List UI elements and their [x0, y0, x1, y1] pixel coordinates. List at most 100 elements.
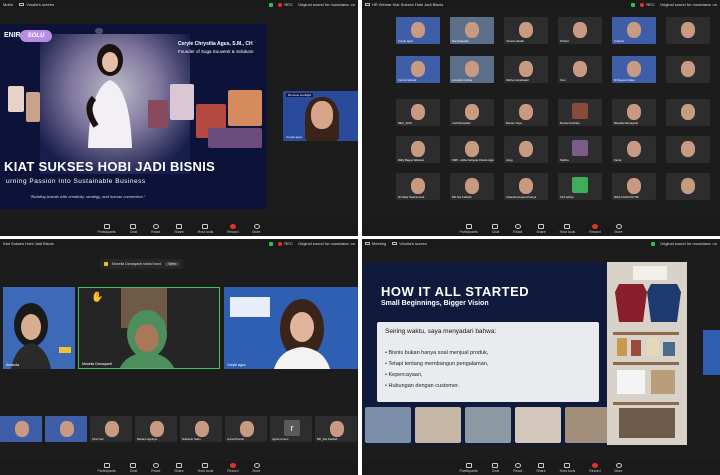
participant-video — [573, 22, 587, 38]
participant-tile[interactable]: RIKA CAHIA PUTRI — [612, 173, 656, 200]
meeting-title: Kiat Sukses Hobi Jadi Bisnis — [3, 241, 54, 246]
participant-tile[interactable]: Mariam Agustya — [135, 416, 177, 442]
view-button[interactable]: View — [165, 262, 179, 266]
more-button[interactable]: More — [615, 463, 623, 473]
participant-tile[interactable]: Yanuar Hanafi — [504, 17, 548, 44]
participant-tile[interactable]: Manella Damayanti — [612, 99, 656, 126]
participant-tile[interactable]: Ceryle agus — [224, 287, 358, 369]
participant-video — [11, 303, 71, 369]
participant-tile[interactable] — [0, 416, 42, 442]
shield-icon — [564, 463, 571, 468]
record-icon — [229, 463, 236, 468]
participant-tile[interactable]: Anna Khoiroh — [225, 416, 267, 442]
participants-button[interactable]: Participants — [459, 224, 478, 234]
rec-label: REC — [284, 241, 293, 246]
share-button[interactable]: Share — [174, 463, 184, 473]
bullet-text: Hubungan dengan customer. — [388, 383, 460, 389]
host-tools-button[interactable]: Host tools — [198, 224, 213, 234]
participant-tile[interactable]: Nohamin Nadu — [180, 416, 222, 442]
participants-button[interactable]: Participants — [97, 463, 116, 473]
react-button[interactable]: React — [513, 224, 522, 234]
participants-button[interactable]: Participants — [459, 463, 478, 473]
participant-tile[interactable] — [666, 173, 710, 200]
participant-tile[interactable]: Cerca Fatimah — [396, 56, 440, 83]
participant-thumbnail[interactable] — [703, 330, 720, 375]
participant-tile[interactable]: Kenia — [612, 136, 656, 163]
participant-avatar — [411, 178, 425, 194]
chat-button[interactable]: Chat — [130, 224, 137, 234]
tab-item[interactable]: Vinolia's screen — [392, 241, 427, 246]
record-button[interactable]: Record — [227, 224, 239, 234]
participant-tile[interactable]: Monta Cimbiani — [558, 99, 602, 126]
participant-tile[interactable]: Nur Hasanah — [450, 17, 494, 44]
participant-video — [240, 421, 254, 437]
participant-tile[interactable]: Wahyu Handayani — [504, 56, 548, 83]
original-sound-toggle[interactable]: Original sound for musicians: on — [298, 2, 355, 7]
record-button[interactable]: Record — [227, 463, 239, 473]
participant-tile[interactable] — [666, 99, 710, 126]
participant-tile[interactable]: Khoirul — [558, 17, 602, 44]
participant-tile[interactable]: Ceryle agus — [396, 17, 440, 44]
participant-name: Wahyu Handayani — [506, 78, 529, 82]
participant-tile[interactable]: Dt Oktar Nasrumunia — [396, 173, 440, 200]
participant-tile[interactable] — [666, 17, 710, 44]
share-button[interactable]: Share — [536, 224, 546, 234]
participant-face — [311, 101, 333, 129]
participant-tile[interactable]: dyisg — [504, 136, 548, 163]
react-button[interactable]: React — [151, 463, 160, 473]
participant-tile[interactable]: Amanda — [3, 287, 75, 369]
participant-tile[interactable] — [45, 416, 87, 442]
participant-tile[interactable]: MK_Nur Fathiah — [315, 416, 357, 442]
participant-tile[interactable]: r rigina romem — [270, 416, 312, 442]
original-sound-toggle[interactable]: Original sound for musicians: on — [660, 241, 717, 246]
more-button[interactable]: More — [253, 463, 261, 473]
share-button[interactable]: Share — [174, 224, 184, 234]
participant-tile[interactable]: Anisirana Dyana Pranya — [504, 173, 548, 200]
participant-tile[interactable]: Yeni — [558, 56, 602, 83]
original-sound-toggle[interactable]: Original sound for musicians: on — [660, 2, 717, 7]
participant-tile[interactable]: Amanda Carrisa — [450, 56, 494, 83]
participant-tile[interactable]: SMP - Adhe Cahyela Chanin Agus — [450, 136, 494, 163]
more-button[interactable]: More — [253, 224, 261, 234]
more-button[interactable]: More — [615, 224, 623, 234]
participant-tile[interactable]: Unilever — [612, 17, 656, 44]
participant-tile[interactable]: Benam Jaya — [504, 99, 548, 126]
react-button[interactable]: React — [513, 463, 522, 473]
original-sound-toggle[interactable]: Original sound for musicians: on — [298, 241, 355, 246]
participant-tile[interactable]: M Daysek Hidau — [612, 56, 656, 83]
participant-name: MK Nur Fathiah — [452, 195, 472, 199]
record-button[interactable]: Record — [589, 224, 601, 234]
remove-spotlight-label[interactable]: Remove spotlight — [286, 93, 314, 97]
participant-name: Cerca Fatimah — [398, 78, 417, 82]
more-icon — [253, 463, 260, 468]
chat-button[interactable]: Chat — [130, 463, 137, 473]
share-button[interactable]: Share — [536, 463, 546, 473]
participant-video — [15, 421, 29, 437]
tab-item[interactable]: Meeting — [365, 241, 386, 246]
record-button[interactable]: Record — [589, 463, 601, 473]
tab-item[interactable]: Vinolia's screen — [19, 2, 54, 7]
participant-tile[interactable]: Katfina — [558, 136, 602, 163]
top-bar: Meeting Vinolia's screen Original sound … — [362, 239, 720, 248]
participant-video — [465, 61, 479, 77]
participant-tile[interactable]: Ridly Bagus Waranto — [396, 136, 440, 163]
participant-tile[interactable]: Andi Ramadan — [450, 99, 494, 126]
chat-button[interactable]: Chat — [492, 463, 499, 473]
host-tools-button[interactable]: Host tools — [560, 224, 575, 234]
tab-item[interactable]: Mothr — [3, 2, 13, 7]
participant-tile[interactable]: KAT Aditya — [558, 173, 602, 200]
participant-tile[interactable]: Viva Yuni — [90, 416, 132, 442]
participant-tile[interactable] — [666, 136, 710, 163]
participant-tile[interactable] — [666, 56, 710, 83]
participant-tile[interactable]: REC_SCM — [396, 99, 440, 126]
host-tools-button[interactable]: Host tools — [198, 463, 213, 473]
host-tools-button[interactable]: Host tools — [560, 463, 575, 473]
participant-tile[interactable]: ✋ Manella Damayanti — [78, 287, 220, 369]
participant-tile[interactable]: MK Nur Fathiah — [450, 173, 494, 200]
chat-button[interactable]: Chat — [492, 224, 499, 234]
chat-icon — [130, 224, 137, 229]
participant-video — [105, 421, 119, 437]
participants-button[interactable]: Participants — [97, 224, 116, 234]
spotlight-video[interactable]: Remove spotlight Ceryle agus — [283, 91, 358, 141]
react-button[interactable]: React — [151, 224, 160, 234]
